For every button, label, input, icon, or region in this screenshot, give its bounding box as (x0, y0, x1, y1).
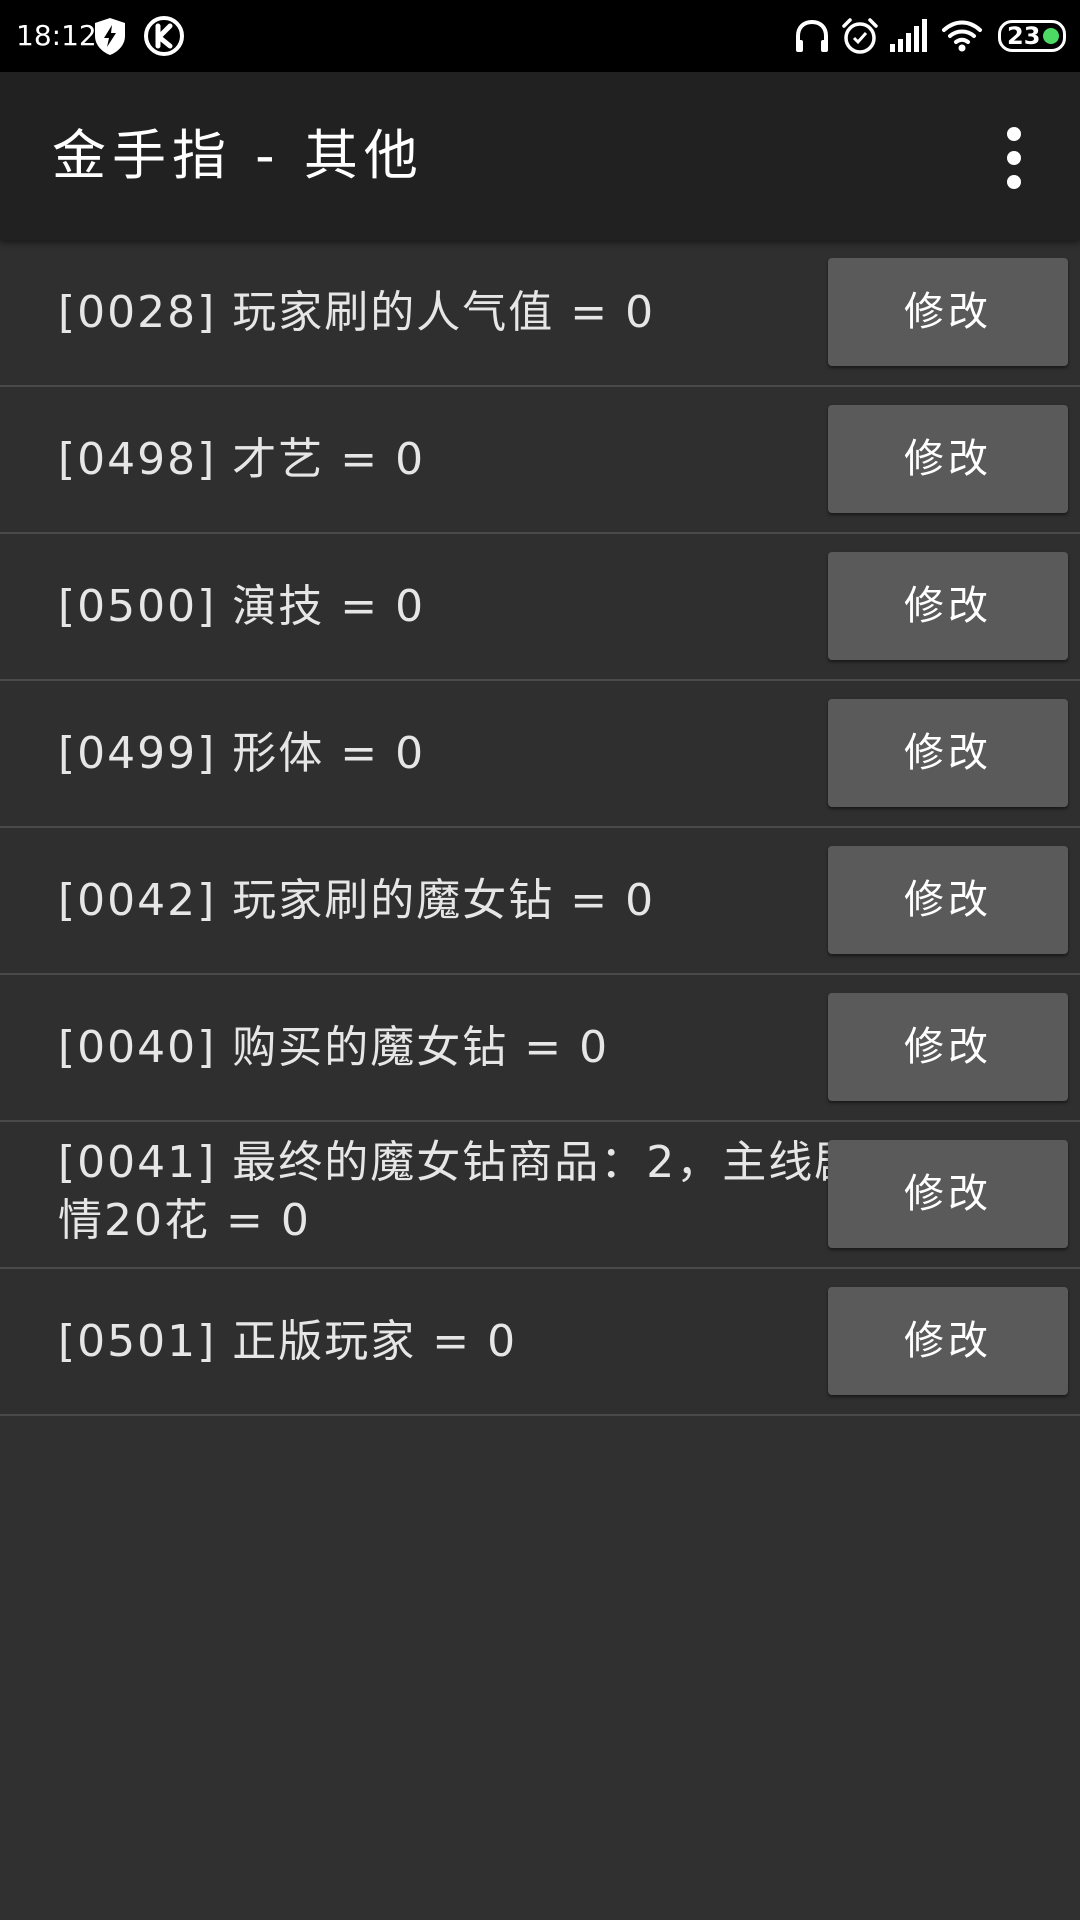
battery-level-text: 23 (1007, 22, 1041, 50)
alarm-icon (838, 14, 882, 58)
signal-icon (886, 14, 930, 58)
edit-button[interactable]: 修改 (828, 552, 1068, 660)
more-options-button[interactable] (990, 124, 1038, 192)
item-label: [0028] 玩家刷的人气值 = 0 (58, 286, 656, 338)
headphones-icon (790, 14, 834, 58)
list-item: [0040] 购买的魔女钻 = 0 修改 (0, 975, 1080, 1122)
list-item: [0501] 正版玩家 = 0 修改 (0, 1269, 1080, 1416)
page-title: 金手指 - 其他 (52, 124, 424, 187)
item-label: [0498] 才艺 = 0 (58, 433, 426, 485)
edit-button[interactable]: 修改 (828, 258, 1068, 366)
cheat-list: [0028] 玩家刷的人气值 = 0 修改 [0498] 才艺 = 0 修改 [… (0, 240, 1080, 1416)
list-item: [0041] 最终的魔女钻商品：2，主线剧情20花 = 0 修改 (0, 1122, 1080, 1269)
edit-button[interactable]: 修改 (828, 1287, 1068, 1395)
item-label: [0501] 正版玩家 = 0 (58, 1315, 518, 1367)
edit-button[interactable]: 修改 (828, 699, 1068, 807)
more-vert-icon (1007, 127, 1021, 189)
edit-button[interactable]: 修改 (828, 405, 1068, 513)
status-bar: 18:12 23 (0, 0, 1080, 72)
battery-icon: 23 (998, 20, 1066, 52)
edit-button[interactable]: 修改 (828, 993, 1068, 1101)
list-item: [0042] 玩家刷的魔女钻 = 0 修改 (0, 828, 1080, 975)
list-item: [0498] 才艺 = 0 修改 (0, 387, 1080, 534)
list-item: [0028] 玩家刷的人气值 = 0 修改 (0, 240, 1080, 387)
edit-button[interactable]: 修改 (828, 1140, 1068, 1248)
list-item: [0500] 演技 = 0 修改 (0, 534, 1080, 681)
battery-charge-dot (1043, 28, 1059, 44)
edit-button[interactable]: 修改 (828, 846, 1068, 954)
item-label: [0040] 购买的魔女钻 = 0 (58, 1021, 610, 1073)
item-label: [0042] 玩家刷的魔女钻 = 0 (58, 874, 656, 926)
item-label: [0041] 最终的魔女钻商品：2，主线剧情20花 = 0 (58, 1137, 861, 1246)
shield-bolt-icon (88, 14, 132, 58)
app-bar: 金手指 - 其他 (0, 72, 1080, 240)
k-app-icon (142, 14, 186, 58)
item-label: [0499] 形体 = 0 (58, 727, 426, 779)
item-label: [0500] 演技 = 0 (58, 580, 426, 632)
wifi-icon (940, 14, 984, 58)
list-item: [0499] 形体 = 0 修改 (0, 681, 1080, 828)
status-time: 18:12 (16, 19, 97, 52)
